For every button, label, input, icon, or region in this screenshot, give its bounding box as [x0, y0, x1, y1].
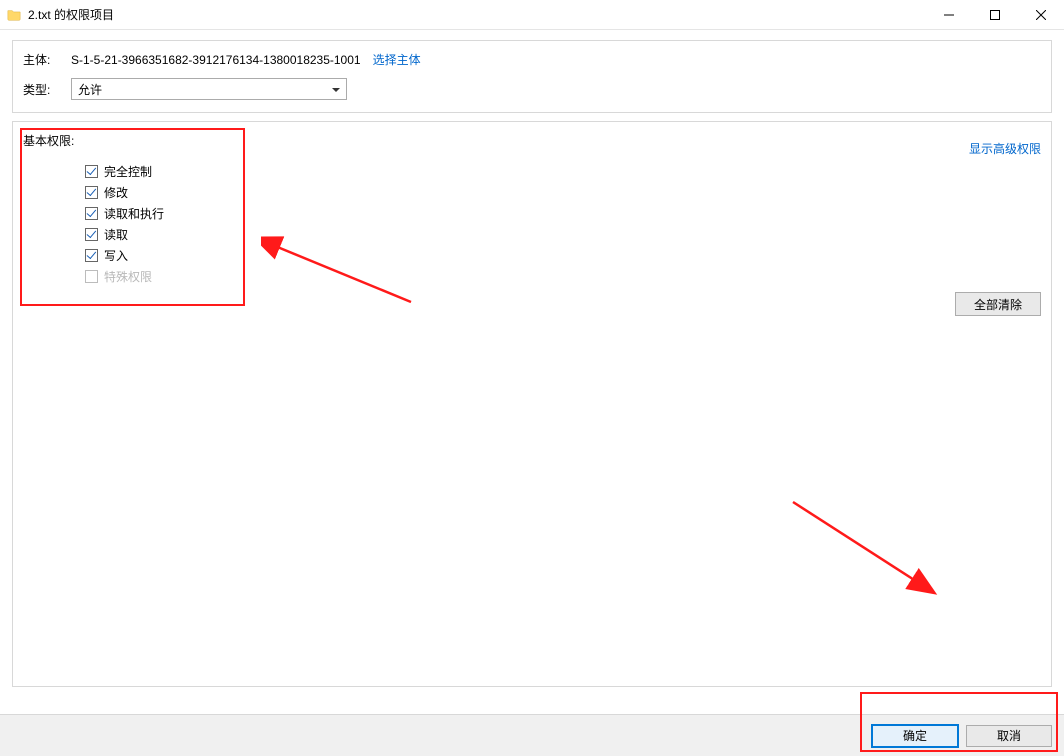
checkbox-icon[interactable]: [85, 249, 98, 262]
maximize-button[interactable]: [972, 0, 1018, 30]
annotation-arrow-icon: [783, 492, 953, 612]
perm-read[interactable]: 读取: [85, 224, 1041, 245]
permissions-title: 基本权限:: [23, 132, 1041, 149]
window-controls: [926, 0, 1064, 30]
type-row: 类型: 允许: [23, 78, 1041, 100]
perm-label: 修改: [104, 184, 128, 201]
perm-label: 读取和执行: [104, 205, 164, 222]
perm-label: 特殊权限: [104, 268, 152, 285]
perm-special: 特殊权限: [85, 266, 1041, 287]
show-advanced-link[interactable]: 显示高级权限: [969, 140, 1041, 157]
perm-label: 完全控制: [104, 163, 152, 180]
select-principal-link[interactable]: 选择主体: [373, 51, 421, 68]
minimize-button[interactable]: [926, 0, 972, 30]
checkbox-icon: [85, 270, 98, 283]
checkbox-icon[interactable]: [85, 207, 98, 220]
perm-label: 写入: [104, 247, 128, 264]
permissions-panel: 基本权限: 显示高级权限 完全控制 修改 读取和执行 读取 写入 特殊权限 全部…: [12, 121, 1052, 687]
perm-full-control[interactable]: 完全控制: [85, 161, 1041, 182]
titlebar: 2.txt 的权限项目: [0, 0, 1064, 30]
principal-value: S-1-5-21-3966351682-3912176134-138001823…: [71, 53, 361, 67]
permissions-list: 完全控制 修改 读取和执行 读取 写入 特殊权限: [85, 161, 1041, 287]
close-button[interactable]: [1018, 0, 1064, 30]
checkbox-icon[interactable]: [85, 186, 98, 199]
ok-button[interactable]: 确定: [872, 725, 958, 747]
type-value: 允许: [78, 81, 102, 98]
checkbox-icon[interactable]: [85, 228, 98, 241]
principal-panel: 主体: S-1-5-21-3966351682-3912176134-13800…: [12, 40, 1052, 113]
perm-label: 读取: [104, 226, 128, 243]
type-select[interactable]: 允许: [71, 78, 347, 100]
checkbox-icon[interactable]: [85, 165, 98, 178]
clear-all-button[interactable]: 全部清除: [955, 292, 1041, 316]
perm-write[interactable]: 写入: [85, 245, 1041, 266]
type-label: 类型:: [23, 81, 71, 98]
principal-row: 主体: S-1-5-21-3966351682-3912176134-13800…: [23, 51, 1041, 68]
dialog-footer: 确定 取消: [0, 714, 1064, 756]
cancel-button[interactable]: 取消: [966, 725, 1052, 747]
perm-read-execute[interactable]: 读取和执行: [85, 203, 1041, 224]
perm-modify[interactable]: 修改: [85, 182, 1041, 203]
window-title: 2.txt 的权限项目: [28, 6, 926, 23]
principal-label: 主体:: [23, 51, 71, 68]
folder-icon: [6, 7, 22, 23]
